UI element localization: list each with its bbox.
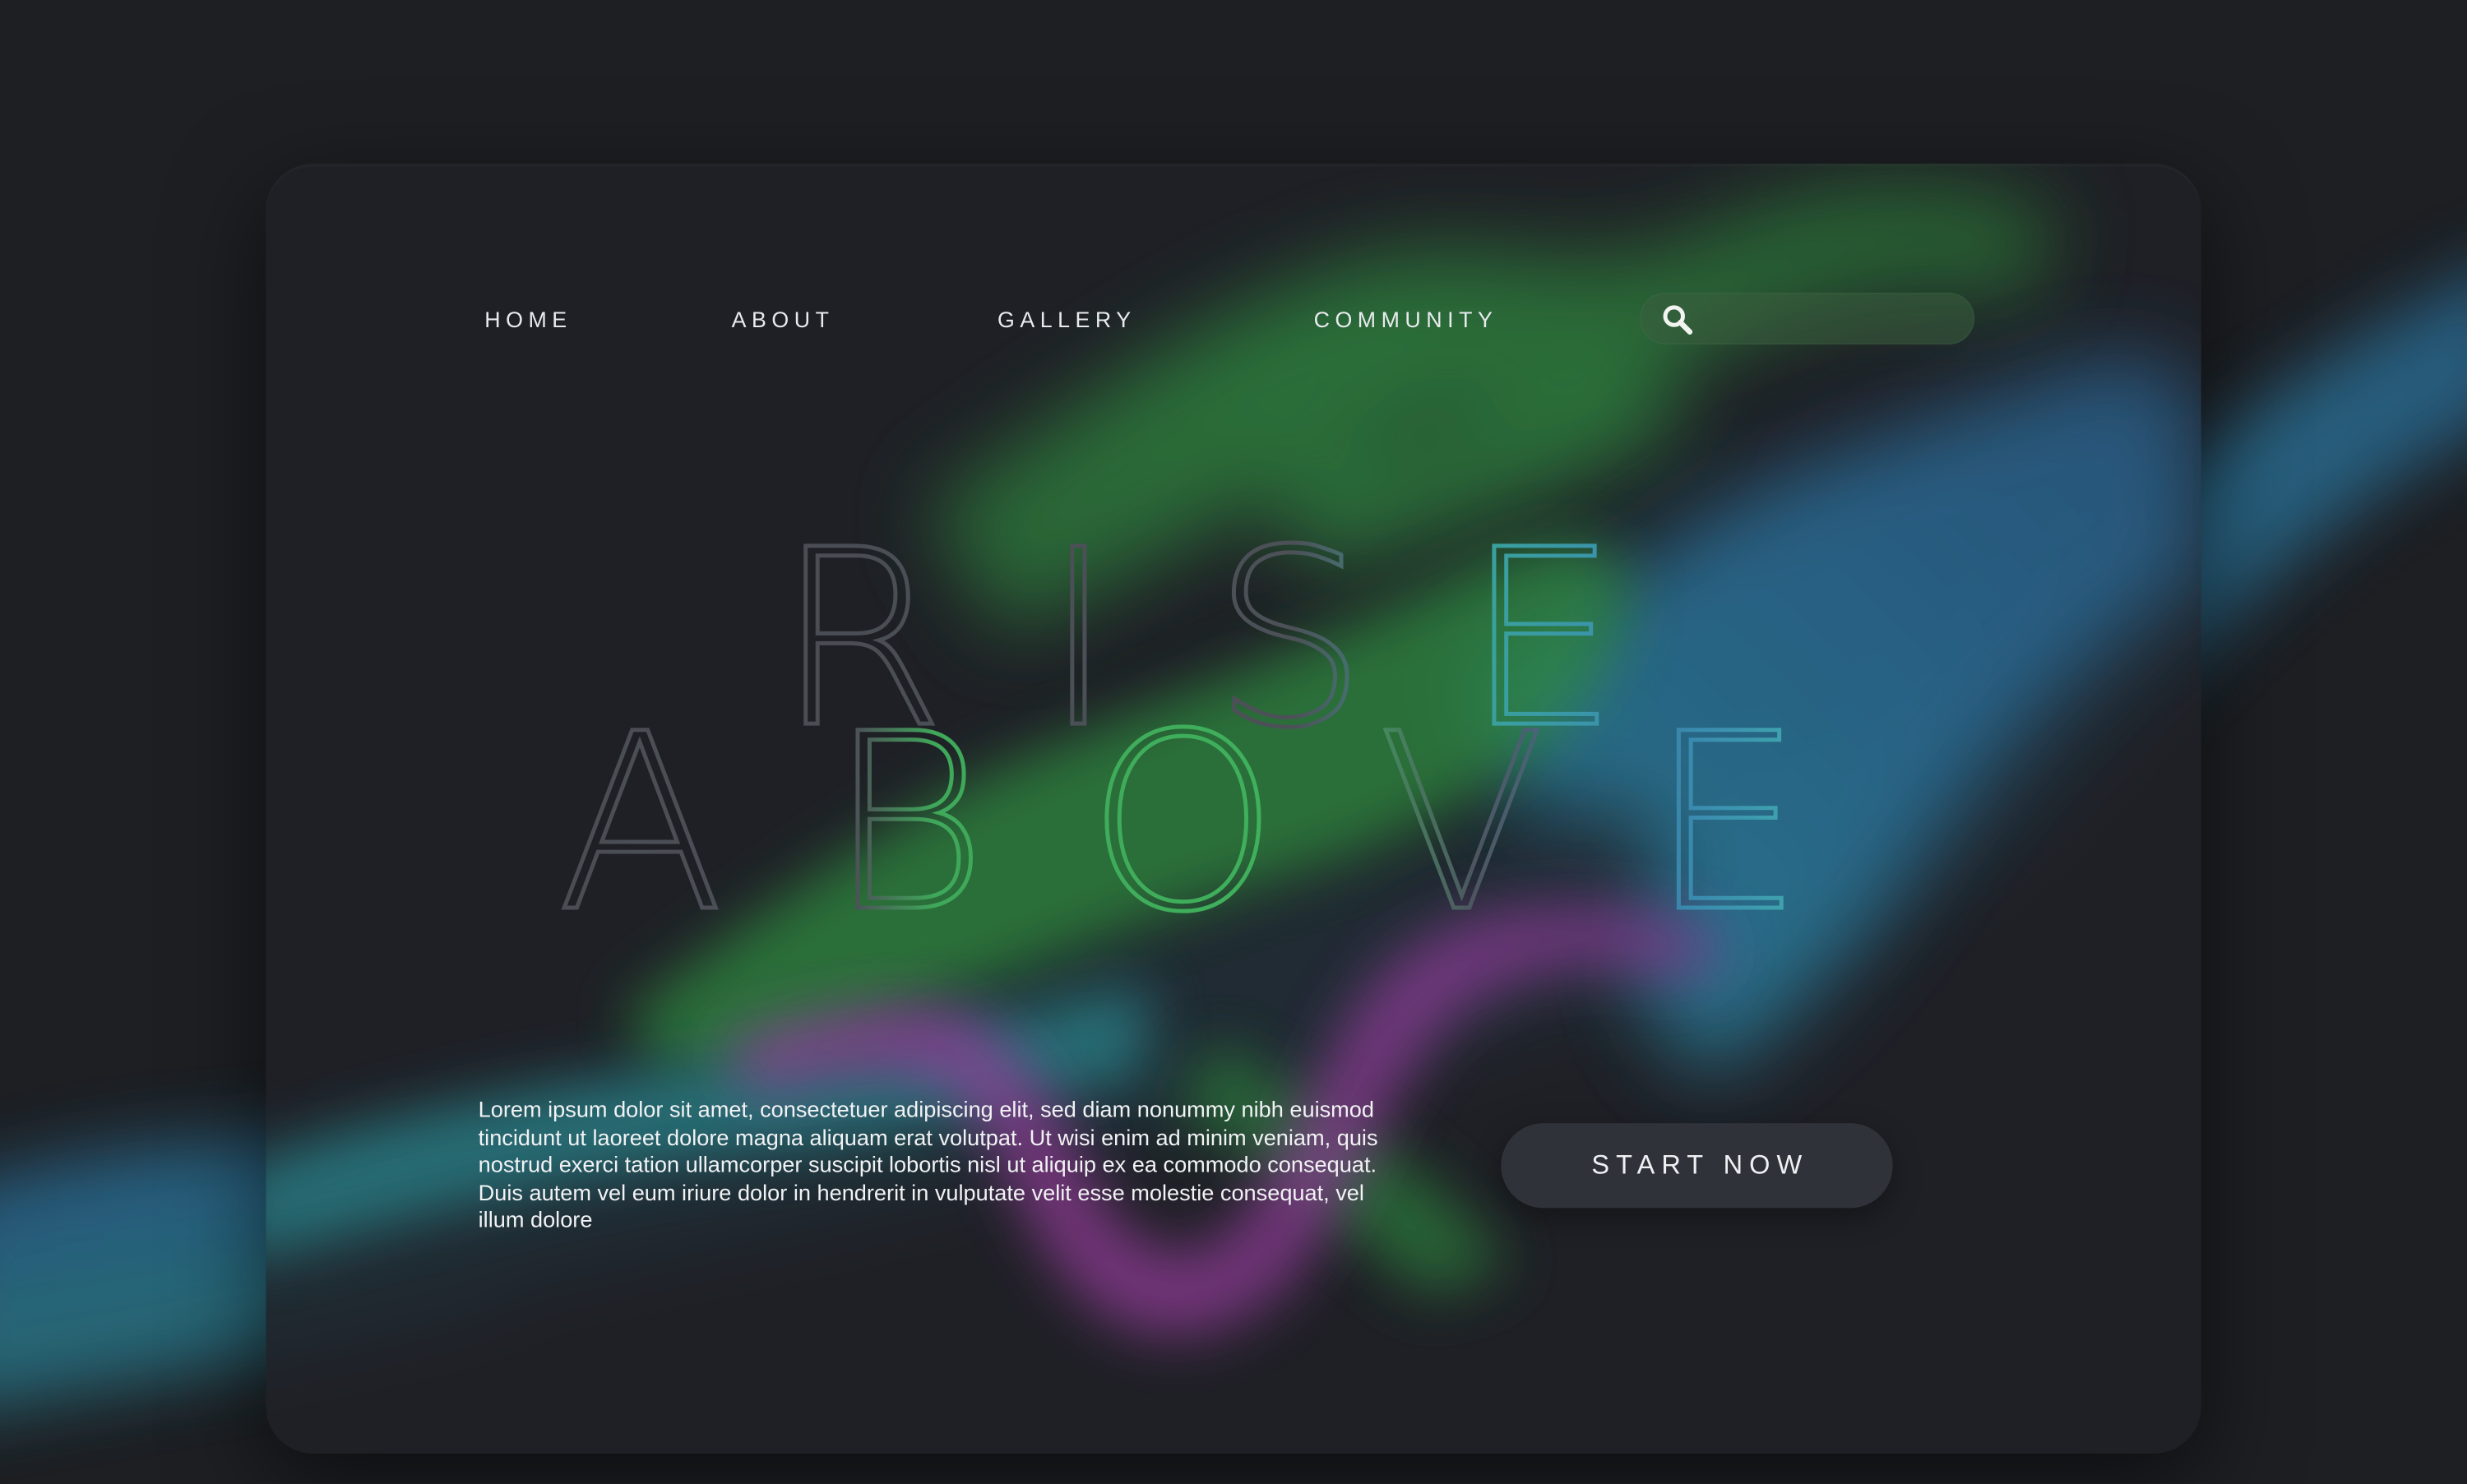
start-now-button[interactable]: START NOW bbox=[1501, 1123, 1893, 1209]
hero-headline: RISE ABOVE bbox=[266, 164, 2201, 1454]
intro-paragraph: Lorem ipsum dolor sit amet, consectetuer… bbox=[478, 1098, 1378, 1234]
hero-card: HOME ABOUT GALLERY COMMUNITY RISE ABOVE … bbox=[266, 163, 2201, 1454]
hero-line-2: ABOVE bbox=[557, 682, 1907, 965]
landing-page: HOME ABOUT GALLERY COMMUNITY RISE ABOVE … bbox=[0, 0, 2467, 1484]
hero-headline-svg: RISE ABOVE bbox=[555, 496, 1907, 968]
